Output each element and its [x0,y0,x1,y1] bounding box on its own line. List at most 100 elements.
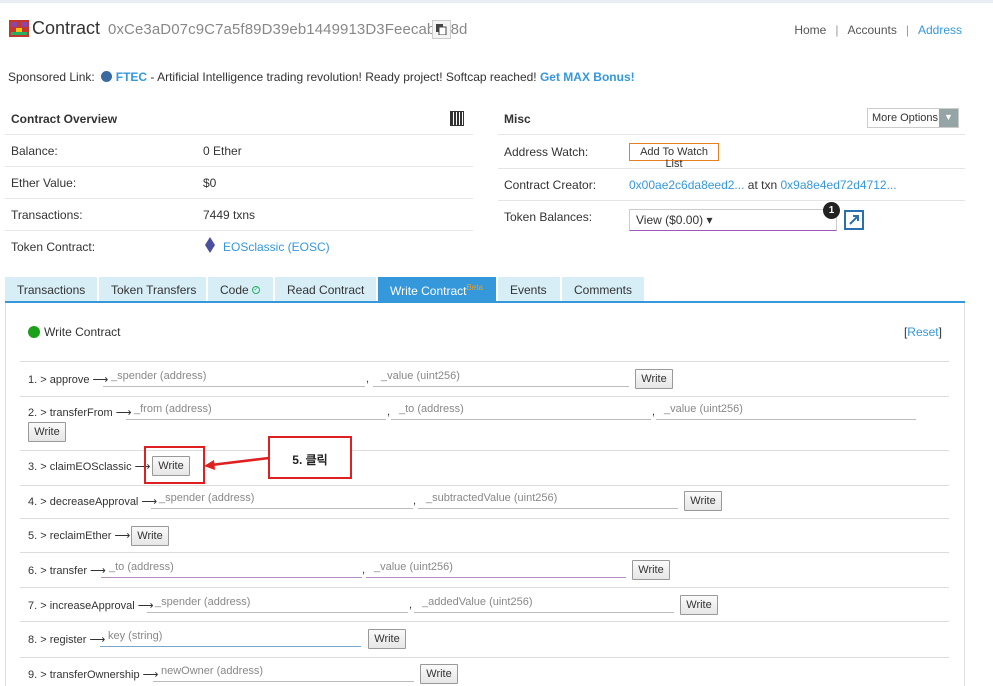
contract-creator-value: 0x00ae2c6da8eed2... at txn 0x9a8e4ed72d4… [629,178,897,192]
token-contract-link[interactable]: EOSclassic (EOSC) [223,240,330,254]
comma-separator: , [362,564,366,576]
tab-write-contract-label: Write Contract [390,284,467,298]
token-balances-dropdown[interactable]: View ($0.00) ▾ [629,209,837,231]
breadcrumb: Home | Accounts | Address [794,23,962,37]
comma-separator: , [366,373,370,385]
breadcrumb-home[interactable]: Home [794,23,826,37]
address-watch-label: Address Watch: [504,145,589,159]
at-txn-text: at txn [747,178,778,192]
ethereum-icon [205,237,215,253]
tab-transactions-label: Transactions [17,283,86,297]
increase-approval-value-input[interactable]: _addedValue (uint256) [414,596,674,613]
tab-write-contract[interactable]: Write ContractBeta [378,277,496,302]
tab-transactions[interactable]: Transactions [5,277,97,302]
creator-address-link[interactable]: 0x00ae2c6da8eed2... [629,178,744,192]
write-contract-heading: Write Contract [28,325,120,339]
globe-icon [100,71,112,82]
function-label-transfer: 6. > transfer ⟶ [28,565,106,577]
write-button-decrease-approval[interactable]: Write [684,491,722,511]
transfer-ownership-new-owner-input[interactable]: newOwner (address) [153,665,414,682]
write-button-transfer-from[interactable]: Write [28,422,66,442]
transactions-label: Transactions: [11,208,83,222]
chevron-down-icon: ▼ [939,109,958,127]
transfer-to-input[interactable]: _to (address) [101,561,362,578]
comma-separator: , [409,599,413,611]
token-balances-label: Token Balances: [504,210,593,224]
tab-comments[interactable]: Comments [562,277,644,302]
function-label-register: 8. > register ⟶ [28,634,106,646]
sponsored-link: Sponsored Link: FTEC - Artificial Intelli… [8,70,635,84]
write-button-increase-approval[interactable]: Write [680,595,718,615]
tab-token-transfers[interactable]: Token Transfers [99,277,206,302]
balance-value: 0 Ether [203,144,242,158]
write-button-reclaim-ether[interactable]: Write [131,526,169,546]
tab-code-label: Code [220,283,249,297]
comma-separator: , [387,406,391,418]
breadcrumb-address[interactable]: Address [918,23,962,37]
function-label-approve: 1. > approve ⟶ [28,374,109,386]
ether-value: $0 [203,176,217,190]
token-count-badge: 1 [823,202,840,219]
decrease-approval-value-input[interactable]: _subtractedValue (uint256) [418,492,678,509]
transfer-value-input[interactable]: _value (uint256) [366,561,626,578]
page-title: Contract [32,18,101,38]
transactions-value: 7449 txns [203,208,256,222]
tab-token-transfers-label: Token Transfers [111,283,197,297]
function-label-claim-eosclassic: 3. > claimEOSclassic ⟶ [28,461,151,473]
copy-icon [436,24,447,35]
write-button-transfer-ownership[interactable]: Write [420,664,458,684]
write-button-approve[interactable]: Write [635,369,673,389]
tab-read-contract[interactable]: Read Contract [275,277,376,302]
annotation-callout: 5. 클릭 [268,436,352,479]
annotation-arrow-icon [204,456,270,470]
token-contract-label: Token Contract: [11,240,96,254]
connected-status-icon [28,326,40,338]
sponsor-cta-link[interactable]: Get MAX Bonus! [540,70,635,84]
write-button-claim-eosclassic[interactable]: Write [152,456,190,476]
reset-control: [Reset] [903,325,942,339]
breadcrumb-accounts[interactable]: Accounts [847,23,896,37]
beta-badge: Beta [466,283,483,292]
more-options-button[interactable]: More Options ▼ [867,108,959,128]
qr-code-icon[interactable] [450,111,464,126]
function-label-transfer-ownership: 9. > transferOwnership ⟶ [28,669,159,681]
balance-label: Balance: [11,144,58,158]
reset-link[interactable]: Reset [907,325,938,339]
transfer-from-value-input[interactable]: _value (uint256) [656,403,916,420]
function-label-increase-approval: 7. > increaseApproval ⟶ [28,600,154,612]
external-link-icon[interactable] [844,210,864,230]
overview-title: Contract Overview [11,112,118,126]
verified-check-icon: ✓ [252,286,261,294]
tab-code[interactable]: Code ✓ [208,277,273,302]
tab-events-label: Events [510,283,547,297]
misc-title: Misc [504,112,531,126]
transfer-from-to-input[interactable]: _to (address) [391,403,651,420]
tab-bar: Transactions Token Transfers Code ✓ Read… [5,277,646,302]
tab-comments-label: Comments [574,283,633,297]
creator-txn-link[interactable]: 0x9a8e4ed72d4712... [780,178,896,192]
approve-value-input[interactable]: _value (uint256) [373,370,629,387]
function-label-reclaim-ether: 5. > reclaimEther ⟶ [28,530,131,542]
increase-approval-spender-input[interactable]: _spender (address) [147,596,408,613]
write-button-register[interactable]: Write [368,629,406,649]
transfer-from-from-input[interactable]: _from (address) [126,403,386,420]
approve-spender-input[interactable]: _spender (address) [103,370,365,387]
register-key-input[interactable]: key (string) [100,630,361,647]
comma-separator: , [652,406,656,418]
copy-address-button[interactable] [432,20,451,39]
sponsor-prefix: Sponsored Link: [8,70,95,84]
top-border [0,0,993,3]
more-options-label: More Options [872,112,939,124]
function-label-decrease-approval: 4. > decreaseApproval ⟶ [28,496,158,508]
write-contract-heading-text: Write Contract [44,325,121,339]
tab-events[interactable]: Events [498,277,560,302]
contract-address: 0xCe3aD07c9C7a5f89D39eb1449913D3FeecabCf… [108,21,468,38]
function-label-transfer-from: 2. > transferFrom ⟶ [28,407,132,419]
add-to-watch-list-button[interactable]: Add To Watch List [629,143,719,170]
decrease-approval-spender-input[interactable]: _spender (address) [151,492,413,509]
comma-separator: , [413,495,417,507]
write-button-transfer[interactable]: Write [632,560,670,580]
sponsor-text: - Artificial Intelligence trading revolu… [147,70,537,84]
sponsor-brand-link[interactable]: FTEC [116,70,147,84]
ether-value-label: Ether Value: [11,176,77,190]
